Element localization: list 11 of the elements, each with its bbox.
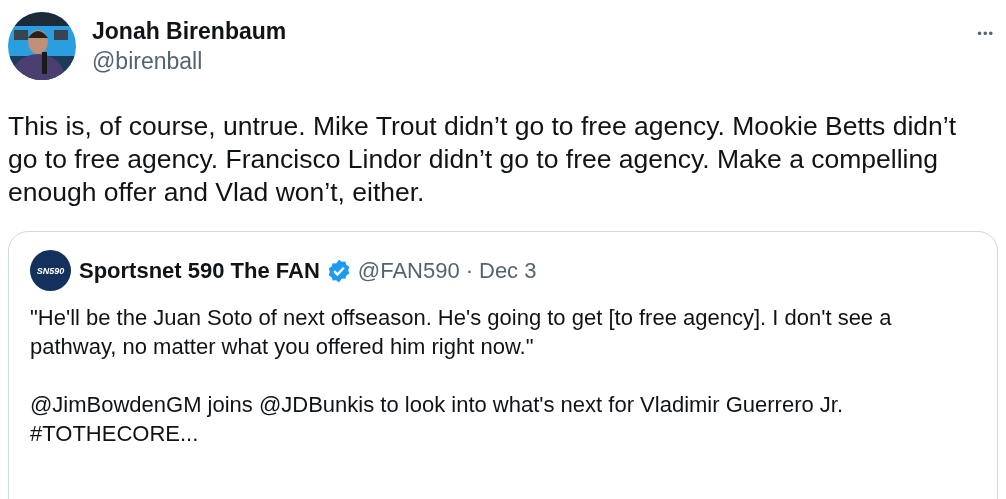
author-handle[interactable]: @birenball <box>92 46 958 76</box>
author-name[interactable]: Jonah Birenbaum <box>92 16 958 46</box>
post-date: Dec 3 <box>479 257 537 284</box>
quoted-tweet-text: @JimBowdenGM joins @JDBunkis to look into what's next for Vladimir Guerrero Jr. #TOTHECORE... <box>30 391 845 448</box>
quoted-tweet-text: "He'll be the Juan Soto of next offseason. He's going to get [to free agency]. I don't see a pathway, no matter what you offered him right now." <box>30 304 893 361</box>
separator: · <box>465 257 473 284</box>
quoted-author-handle: @FAN590 <box>357 257 460 284</box>
quoted-author-name: Sportsnet 590 The FAN <box>79 257 320 284</box>
more-menu-button[interactable]: ••• <box>973 22 998 45</box>
account-logo: SN590 <box>30 250 71 291</box>
tweet-text: This is, of course, untrue. Mike Trout didn’t go to free agency. Mookie Betts didn’t go to free agency. Francisco Lindor didn’t go to free agency. Make a compelling enough offer and Vlad won’t, either. <box>8 110 958 209</box>
